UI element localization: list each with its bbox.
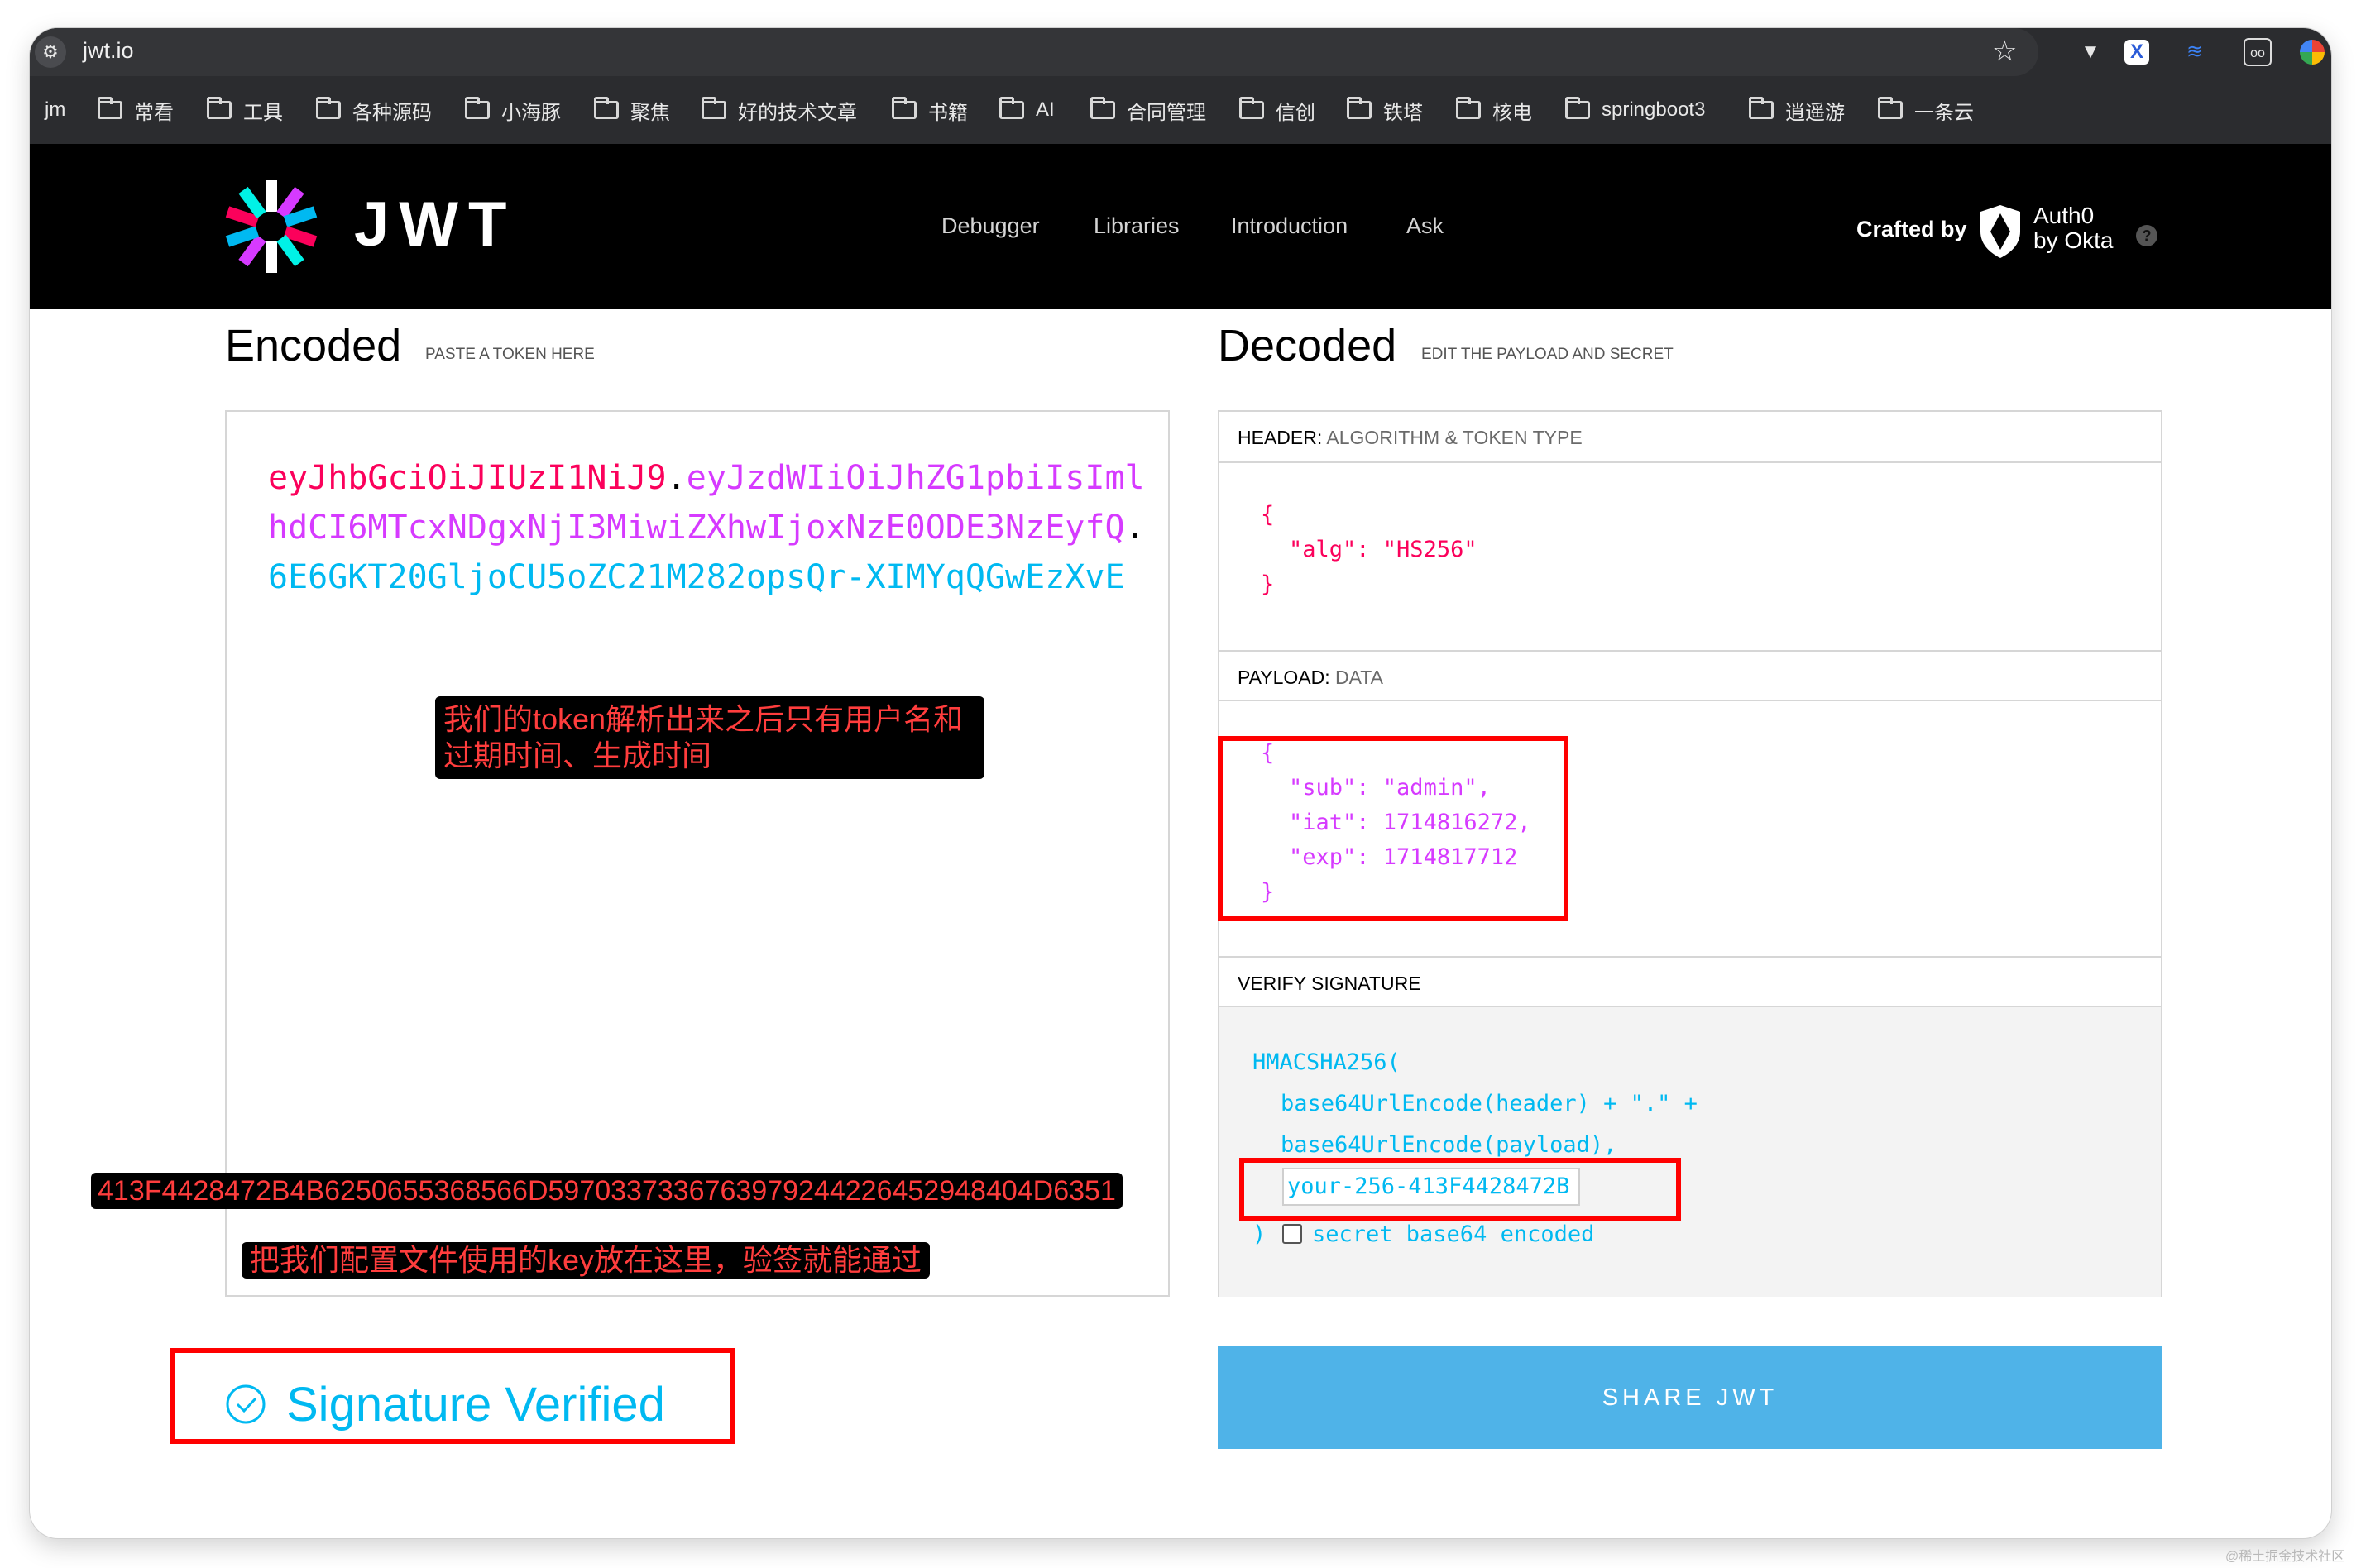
folder-icon bbox=[1878, 97, 1903, 119]
site-settings-icon[interactable]: ⚙ bbox=[35, 36, 66, 68]
signature-status: Signature Verified bbox=[225, 1366, 665, 1442]
bookmark-folder[interactable]: 核电 bbox=[1456, 76, 1532, 144]
folder-icon bbox=[98, 97, 122, 119]
key-annotation-note: 把我们配置文件使用的key放在这里，验签就能通过 bbox=[242, 1242, 931, 1279]
folder-icon bbox=[1565, 97, 1590, 119]
token-dot: . bbox=[1124, 509, 1145, 547]
header-alg-line: "alg": "HS256" bbox=[1289, 537, 1477, 562]
bookmark-folder[interactable]: 书籍 bbox=[892, 76, 968, 144]
nav-link-debugger[interactable]: Debugger bbox=[941, 213, 1040, 239]
bookmark-folder[interactable]: springboot3 bbox=[1565, 76, 1705, 144]
folder-icon bbox=[207, 97, 232, 119]
extension-mask-icon[interactable]: oo bbox=[2244, 38, 2272, 66]
folder-icon bbox=[465, 97, 490, 119]
key-value-annotation: 413F4428472B4B6250655368566D597033733676… bbox=[91, 1173, 1123, 1209]
hmac-fn-line: HMACSHA256( bbox=[1252, 1049, 1401, 1075]
folder-icon bbox=[1090, 97, 1115, 119]
bookmark-folder[interactable]: AI bbox=[999, 76, 1055, 144]
secret-highlight-box bbox=[1239, 1158, 1681, 1221]
check-circle-icon bbox=[226, 1384, 266, 1424]
auth0-okta-logo[interactable]: Auth0 by Okta bbox=[2033, 203, 2113, 253]
bookmark-folder[interactable]: 信创 bbox=[1239, 76, 1315, 144]
signature-editor: HMACSHA256( base64UrlEncode(header) + ".… bbox=[1219, 1006, 2161, 1297]
token-annotation-note: 我们的token解析出来之后只有用户名和 过期时间、生成时间 bbox=[435, 696, 984, 779]
bookmark-star-icon[interactable]: ☆ bbox=[1992, 35, 2017, 68]
header-json-open: { bbox=[1261, 502, 1275, 528]
bookmarks-bar: jm 常看 工具 各种源码 小海豚 聚焦 好的技术文章 书籍 AI 合同管理 信… bbox=[30, 76, 2331, 144]
bookmark-folder[interactable]: 工具 bbox=[207, 76, 283, 144]
folder-icon bbox=[594, 97, 619, 119]
watermark: @稀土掘金技术社区 bbox=[2225, 1550, 2345, 1564]
address-bar-row: ⚙ jwt.io ☆ ▼ X ≋ oo bbox=[30, 28, 2331, 76]
auth0-text: Auth0 bbox=[2033, 203, 2095, 228]
address-bar[interactable]: ⚙ jwt.io ☆ bbox=[30, 28, 2038, 76]
bookmark-folder[interactable]: 各种源码 bbox=[316, 76, 432, 144]
token-header-part: eyJhbGciOiJIUzI1NiJ9 bbox=[268, 459, 667, 497]
bookmark-folder[interactable]: 一条云 bbox=[1878, 76, 1974, 144]
nav-link-ask[interactable]: Ask bbox=[1406, 213, 1444, 239]
url-text[interactable]: jwt.io bbox=[83, 38, 134, 64]
nav-link-introduction[interactable]: Introduction bbox=[1231, 213, 1348, 239]
browser-window: ⚙ jwt.io ☆ ▼ X ≋ oo jm 常看 工具 各种源码 小海豚 聚焦… bbox=[30, 28, 2331, 1538]
decoded-title: Decoded bbox=[1218, 321, 1397, 370]
folder-icon bbox=[1347, 97, 1372, 119]
encoded-subtitle: PASTE A TOKEN HERE bbox=[425, 346, 595, 363]
bookmark-folder[interactable]: 好的技术文章 bbox=[702, 76, 857, 144]
payload-highlight-box bbox=[1218, 736, 1568, 921]
header-section-label: HEADER: ALGORITHM & TOKEN TYPE bbox=[1219, 412, 2161, 463]
folder-icon bbox=[892, 97, 917, 119]
extension-x-icon[interactable]: X bbox=[2124, 40, 2149, 65]
encoded-token-text[interactable]: eyJhbGciOiJIUzI1NiJ9.eyJzdWIiOiJhZG1pbiI… bbox=[268, 453, 1153, 602]
token-dot: . bbox=[666, 459, 687, 497]
nav-link-libraries[interactable]: Libraries bbox=[1094, 213, 1180, 239]
encoded-token-editor[interactable]: eyJhbGciOiJIUzI1NiJ9.eyJzdWIiOiJhZG1pbiI… bbox=[225, 410, 1170, 1297]
header-json-editor[interactable]: { "alg": "HS256" } bbox=[1219, 498, 2161, 645]
token-signature-part: 6E6GKT20GljoCU5oZC21M282opsQr-XIMYqQGwEz… bbox=[268, 558, 1125, 596]
by-okta-text: by Okta bbox=[2033, 227, 2114, 253]
hmac-header-line: base64UrlEncode(header) + "." + bbox=[1281, 1091, 1698, 1116]
crafted-by-label: Crafted by bbox=[1856, 217, 1967, 241]
jwt-logo-icon[interactable] bbox=[222, 177, 321, 276]
extension-layers-icon[interactable]: ≋ bbox=[2181, 38, 2209, 66]
chrome-profile-icon[interactable] bbox=[2300, 40, 2325, 65]
decoded-subtitle: EDIT THE PAYLOAD AND SECRET bbox=[1421, 346, 1674, 363]
signature-verified-text: Signature Verified bbox=[286, 1377, 665, 1432]
auth0-shield-icon[interactable] bbox=[1977, 203, 2023, 260]
folder-icon bbox=[1749, 97, 1774, 119]
extension-v-icon[interactable]: ▼ bbox=[2076, 38, 2105, 66]
folder-icon bbox=[999, 97, 1024, 119]
jwt-logo-text[interactable]: JWT bbox=[354, 192, 516, 258]
bookmark-folder[interactable]: 聚焦 bbox=[594, 76, 670, 144]
site-header: JWT Debugger Libraries Introduction Ask … bbox=[30, 144, 2331, 309]
folder-icon bbox=[702, 97, 726, 119]
signature-section-label: VERIFY SIGNATURE bbox=[1219, 956, 2161, 1007]
folder-icon bbox=[1239, 97, 1264, 119]
folder-icon bbox=[1456, 97, 1481, 119]
bookmark-folder[interactable]: 逍遥游 bbox=[1749, 76, 1845, 144]
bookmark-folder[interactable]: 合同管理 bbox=[1090, 76, 1206, 144]
bookmark-folder[interactable]: 铁塔 bbox=[1347, 76, 1423, 144]
encoded-title: Encoded bbox=[225, 321, 402, 370]
share-jwt-button[interactable]: SHARE JWT bbox=[1218, 1346, 2162, 1449]
bookmark-folder[interactable]: 小海豚 bbox=[465, 76, 561, 144]
bookmark-folder[interactable]: 常看 bbox=[98, 76, 174, 144]
base64-checkbox[interactable] bbox=[1282, 1224, 1302, 1244]
help-icon[interactable]: ? bbox=[2136, 225, 2157, 246]
bookmark-item[interactable]: jm bbox=[45, 76, 65, 144]
payload-section-label: PAYLOAD: DATA bbox=[1219, 650, 2161, 701]
folder-icon bbox=[316, 97, 341, 119]
header-json-close: } bbox=[1261, 571, 1275, 597]
